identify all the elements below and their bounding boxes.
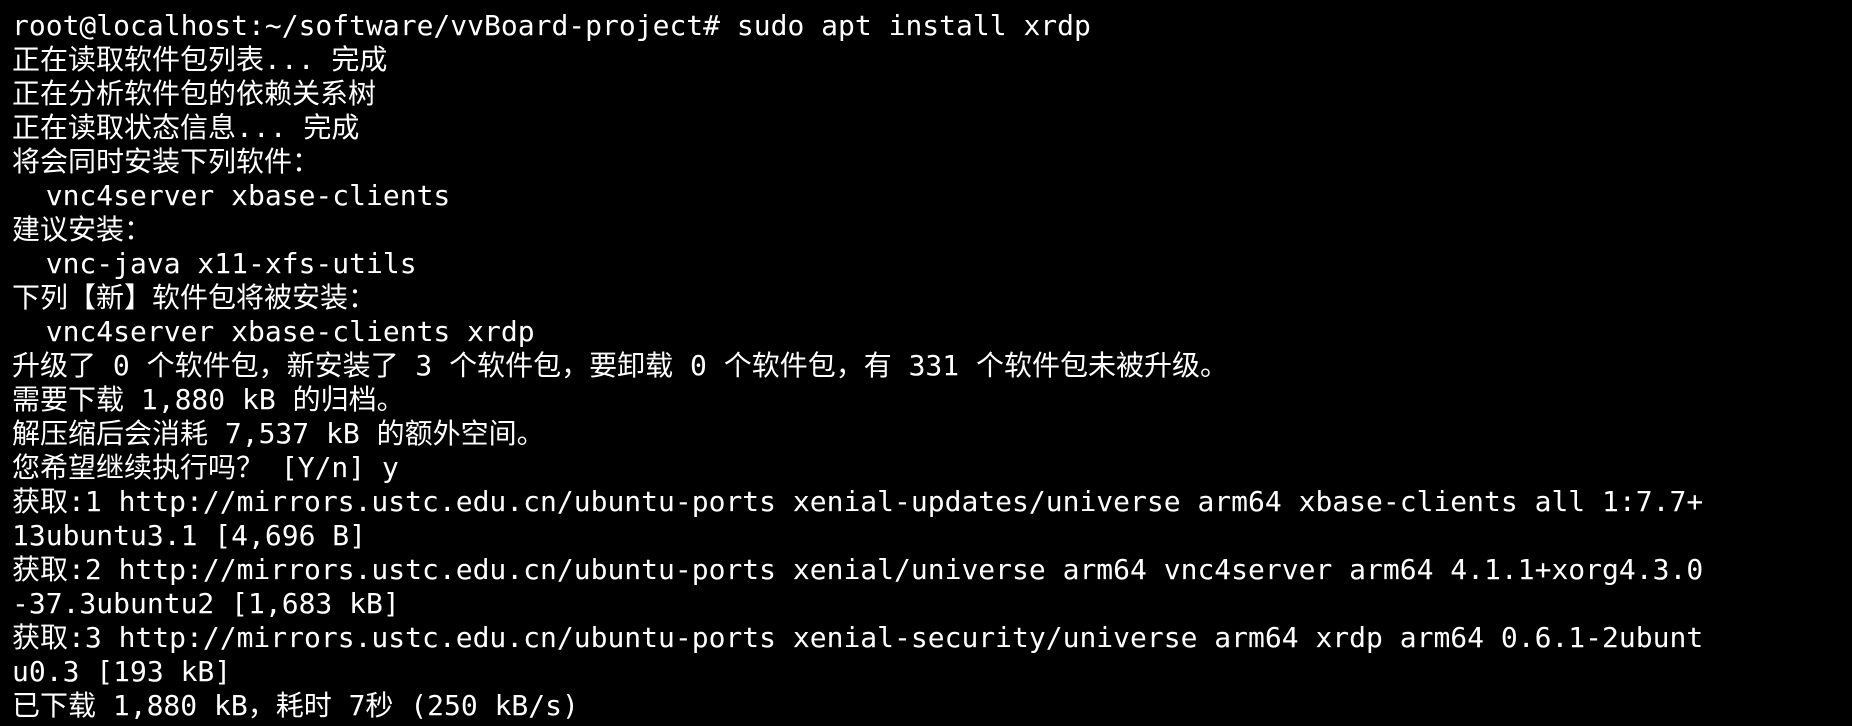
terminal-line: 获取:1 http://mirrors.ustc.edu.cn/ubuntu-p… xyxy=(12,485,1704,518)
terminal-line: vnc-java x11-xfs-utils xyxy=(12,247,417,280)
terminal-line: 建议安装： xyxy=(12,213,153,246)
terminal-line: u0.3 [193 kB] xyxy=(12,655,232,688)
terminal-line-prompt: root@localhost:~/software/vvBoard-projec… xyxy=(12,9,1091,42)
terminal-line: 升级了 0 个软件包，新安装了 3 个软件包，要卸载 0 个软件包，有 331 … xyxy=(12,349,1229,382)
terminal-line: vnc4server xbase-clients xrdp xyxy=(12,315,535,348)
terminal-line: 13ubuntu3.1 [4,696 B] xyxy=(12,519,367,552)
terminal-line: 需要下载 1,880 kB 的归档。 xyxy=(12,383,405,416)
terminal-line: 正在读取状态信息... 完成 xyxy=(12,111,360,144)
terminal-line: 将会同时安装下列软件： xyxy=(12,145,321,178)
terminal-line: 解压缩后会消耗 7,537 kB 的额外空间。 xyxy=(12,417,545,450)
terminal-line: 下列【新】软件包将被安装： xyxy=(12,281,377,314)
terminal-line: 已下载 1,880 kB，耗时 7秒 (250 kB/s) xyxy=(12,689,579,722)
terminal-line: vnc4server xbase-clients xyxy=(12,179,451,212)
terminal-line: 获取:2 http://mirrors.ustc.edu.cn/ubuntu-p… xyxy=(12,553,1704,586)
terminal-line: -37.3ubuntu2 [1,683 kB] xyxy=(12,587,400,620)
terminal-line: 获取:3 http://mirrors.ustc.edu.cn/ubuntu-p… xyxy=(12,621,1704,654)
terminal-line: 您希望继续执行吗？ [Y/n] y xyxy=(12,451,399,484)
terminal-line: 正在读取软件包列表... 完成 xyxy=(12,43,388,76)
terminal-window[interactable]: root@localhost:~/software/vvBoard-projec… xyxy=(0,0,1852,726)
terminal-line: 正在分析软件包的依赖关系树 xyxy=(12,77,377,110)
